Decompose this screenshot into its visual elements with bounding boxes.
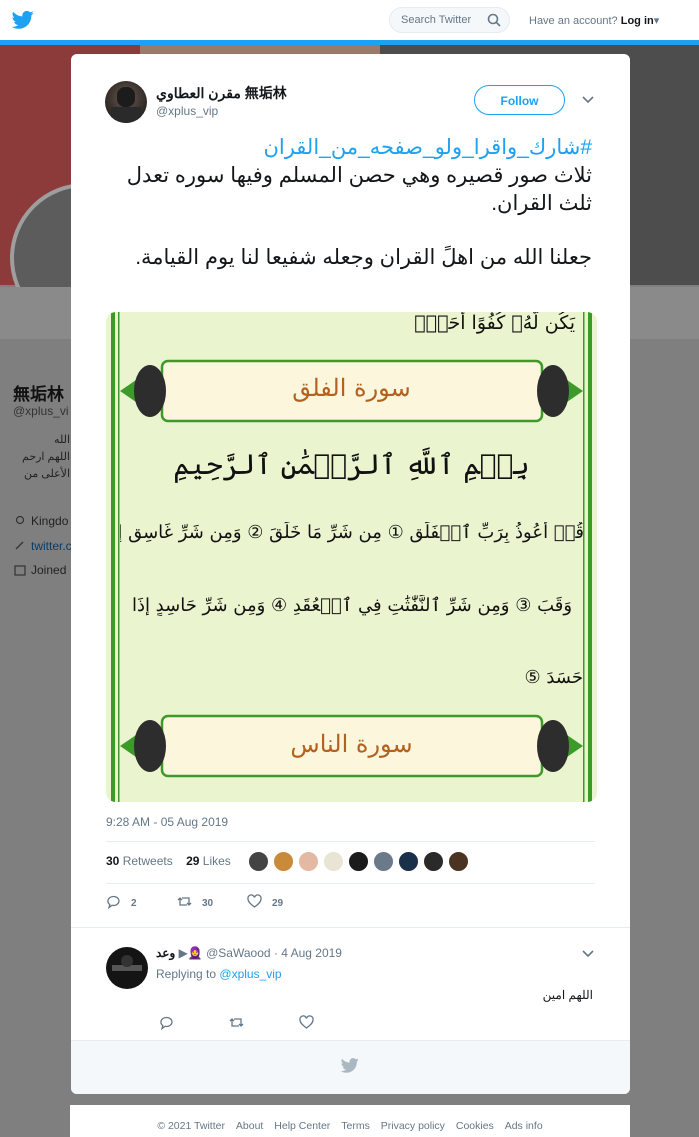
tweet-line: جعلنا الله من اهلً القران وجعله شفيعا لن… bbox=[135, 246, 592, 269]
avatar[interactable] bbox=[448, 851, 469, 872]
profile-bio: الله اللهم ارحم الأعلى من bbox=[10, 432, 70, 483]
profile-handle: @xplus_vi bbox=[13, 404, 69, 418]
avatar[interactable] bbox=[323, 851, 344, 872]
heart-icon[interactable] bbox=[299, 1015, 314, 1030]
have-account-prompt: Have an account? Log in▾ bbox=[529, 14, 659, 27]
profile-website[interactable]: twitter.c bbox=[14, 539, 72, 553]
heart-icon bbox=[247, 894, 262, 908]
basmala: بِسۡمِ ٱللَّهِ ٱلرَّحۡمَٰنِ ٱلرَّحِيمِ bbox=[173, 448, 530, 481]
reply-icon[interactable] bbox=[159, 1015, 174, 1030]
avatar[interactable] bbox=[248, 851, 269, 872]
hashtag-link[interactable]: #شارك_واقرا_ولو_صفحه_من_القران bbox=[101, 134, 592, 162]
avatar[interactable] bbox=[348, 851, 369, 872]
bio-line: الله bbox=[54, 434, 70, 446]
like-button[interactable]: 29 bbox=[247, 894, 283, 909]
divider bbox=[71, 927, 630, 928]
footer-link[interactable]: Privacy policy bbox=[381, 1120, 445, 1132]
author-name[interactable]: مقرن العطاوي 無垢林 bbox=[156, 83, 287, 103]
reply-header: وعد ▶🧕 @SaWaood · 4 Aug 2019 bbox=[156, 946, 342, 960]
retweet-button[interactable]: 30 bbox=[177, 894, 213, 909]
avatar[interactable] bbox=[423, 851, 444, 872]
bio-line: الأعلى من bbox=[23, 468, 70, 480]
reply-icon bbox=[107, 895, 120, 910]
reply-text: اللهم امين bbox=[542, 988, 593, 1002]
calendar-icon bbox=[14, 564, 26, 576]
twitter-bird-icon[interactable] bbox=[12, 10, 34, 30]
twitter-bird-icon bbox=[341, 1058, 359, 1073]
avatar[interactable] bbox=[273, 851, 294, 872]
footer-link[interactable]: Cookies bbox=[456, 1120, 494, 1132]
verse-line: وَقَبَ ③ وَمِن شَرِّ ٱلنَّفَّٰثَٰتِ فِي … bbox=[131, 595, 573, 616]
tweet-modal: مقرن العطاوي 無垢林 @xplus_vip Follow #شارك… bbox=[71, 54, 630, 1094]
reply-date[interactable]: · 4 Aug 2019 bbox=[274, 946, 342, 960]
surah-title: سورة الفلق bbox=[292, 374, 411, 402]
location-icon bbox=[14, 515, 26, 527]
tweet-stats: 30 Retweets 29 Likes bbox=[106, 854, 231, 868]
top-navigation-bar: Search Twitter Have an account? Log in▾ bbox=[0, 0, 699, 41]
search-input[interactable]: Search Twitter bbox=[389, 7, 510, 33]
verse-line: قُلۡ أَعُوذُ بِرَبِّ ٱلۡفَلَقِ ① مِن شَر… bbox=[120, 522, 584, 543]
page-footer: © 2021 Twitter About Help Center Terms P… bbox=[70, 1105, 630, 1137]
login-link[interactable]: Log in bbox=[621, 15, 654, 27]
retweet-icon bbox=[177, 897, 192, 906]
emoji-icon: ▶🧕 bbox=[178, 946, 203, 960]
replying-to: Replying to @xplus_vip bbox=[156, 967, 282, 981]
media-top-line: يَكُن لَّهُۥ كُفُوًا أَحَدُۢ bbox=[414, 312, 575, 334]
tweet-line: ثلاث صور قصيره وهي حصن المسلم وفيها سوره… bbox=[126, 164, 592, 215]
author-avatar[interactable] bbox=[105, 81, 147, 123]
footer-link[interactable]: Ads info bbox=[505, 1120, 543, 1132]
author-handle[interactable]: @xplus_vip bbox=[156, 104, 218, 118]
reply-count: 2 bbox=[131, 898, 137, 909]
likes-label[interactable]: Likes bbox=[203, 854, 231, 868]
likes-count[interactable]: 29 bbox=[186, 854, 199, 868]
profile-location: Kingdo bbox=[14, 514, 68, 528]
profile-joined: Joined bbox=[14, 563, 66, 577]
replying-handle-link[interactable]: @xplus_vip bbox=[219, 967, 281, 981]
avatar[interactable] bbox=[298, 851, 319, 872]
search-icon[interactable] bbox=[487, 13, 501, 27]
surah-title: سورة الناس bbox=[290, 730, 413, 758]
avatar[interactable] bbox=[398, 851, 419, 872]
verse-line: حَسَدَ ⑤ bbox=[524, 667, 584, 688]
footer-links: © 2021 Twitter About Help Center Terms P… bbox=[70, 1120, 630, 1132]
retweet-count: 30 bbox=[202, 898, 214, 909]
link-icon bbox=[14, 540, 26, 552]
avatar[interactable] bbox=[373, 851, 394, 872]
retweets-label[interactable]: Retweets bbox=[123, 854, 173, 868]
footer-link: © 2021 Twitter bbox=[157, 1120, 225, 1132]
retweets-count[interactable]: 30 bbox=[106, 854, 119, 868]
like-count: 29 bbox=[272, 898, 284, 909]
replying-label: Replying to bbox=[156, 967, 217, 981]
close-icon[interactable] bbox=[656, 9, 682, 35]
divider bbox=[106, 883, 595, 884]
bio-line: اللهم ارحم bbox=[22, 451, 70, 463]
follow-button[interactable]: Follow bbox=[474, 85, 565, 115]
retweet-icon[interactable] bbox=[229, 1015, 244, 1030]
modal-footer bbox=[71, 1040, 630, 1094]
divider bbox=[106, 841, 595, 842]
chevron-down-icon[interactable] bbox=[581, 949, 595, 959]
footer-link[interactable]: Help Center bbox=[274, 1120, 330, 1132]
reply-avatar[interactable] bbox=[106, 947, 148, 989]
tweet-media-image[interactable]: يَكُن لَّهُۥ كُفُوًا أَحَدُۢ سورة الفلق … bbox=[106, 312, 597, 802]
reply-author-handle[interactable]: @SaWaood bbox=[206, 946, 270, 960]
chevron-down-icon[interactable] bbox=[581, 95, 595, 105]
profile-name: 無垢林 bbox=[13, 385, 64, 404]
footer-link[interactable]: About bbox=[236, 1120, 263, 1132]
search-placeholder: Search Twitter bbox=[401, 14, 472, 26]
tweet-timestamp[interactable]: 9:28 AM - 05 Aug 2019 bbox=[106, 815, 228, 829]
have-account-text: Have an account? bbox=[529, 15, 618, 27]
reply-author-name[interactable]: وعد bbox=[156, 946, 175, 960]
footer-link[interactable]: Terms bbox=[341, 1120, 370, 1132]
tweet-text: #شارك_واقرا_ولو_صفحه_من_القران ثلاث صور … bbox=[101, 134, 592, 272]
reply-button[interactable]: 2 bbox=[106, 894, 137, 910]
